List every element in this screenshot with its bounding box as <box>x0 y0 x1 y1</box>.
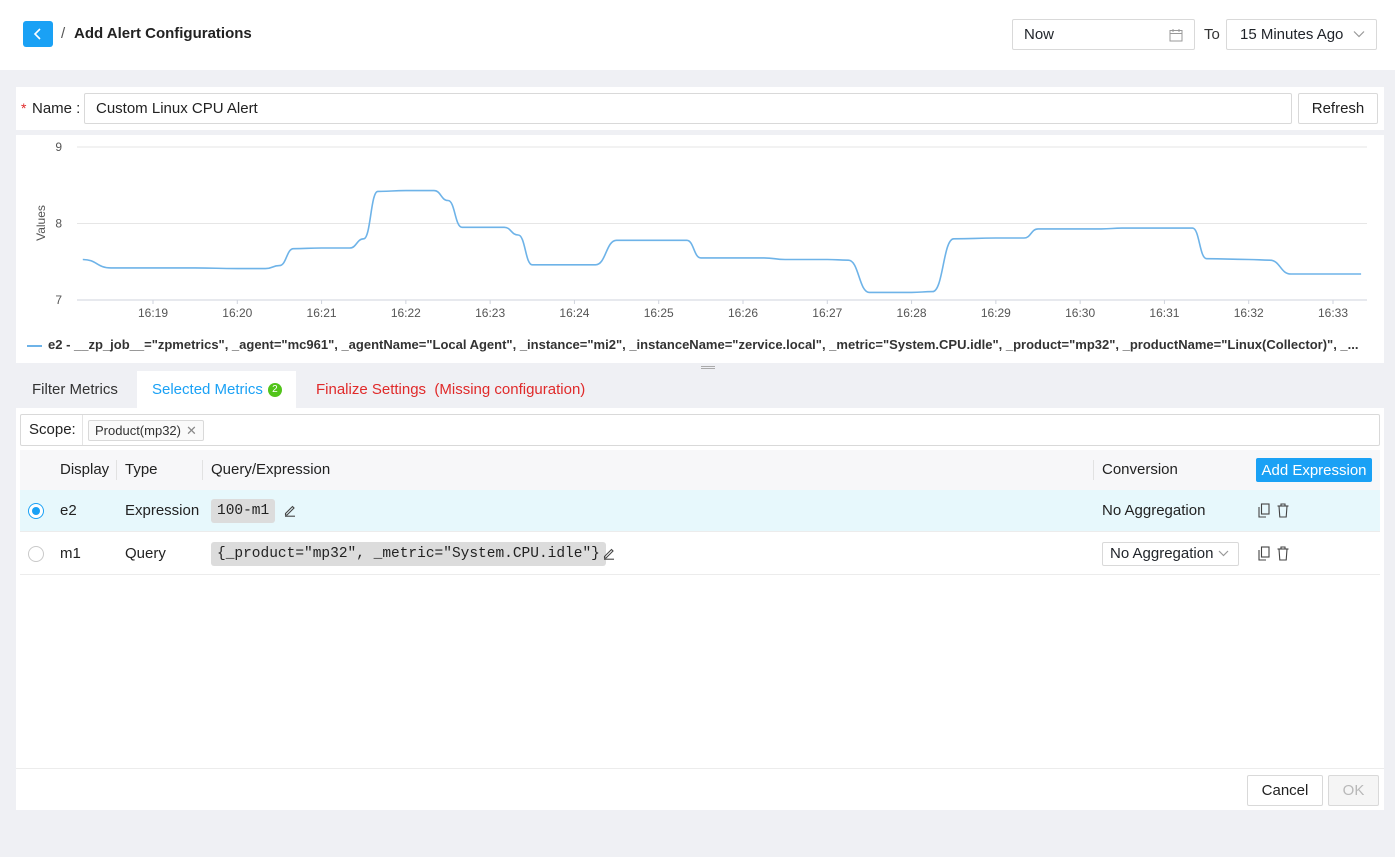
x-tick-label: 16:30 <box>1065 306 1095 320</box>
x-tick-label: 16:27 <box>812 306 842 320</box>
tab-selected-metrics[interactable]: Selected Metrics 2 <box>137 371 296 408</box>
y-tick-label: 7 <box>55 293 62 307</box>
tab-label: Selected Metrics <box>152 381 263 398</box>
cancel-button[interactable]: Cancel <box>1247 775 1323 806</box>
ok-button[interactable]: OK <box>1328 775 1379 806</box>
column-header-display: Display <box>60 461 110 478</box>
x-tick-label: 16:31 <box>1149 306 1179 320</box>
table-row[interactable]: e2 Expression 100-m1 No Aggregation <box>20 490 1380 532</box>
edit-icon[interactable] <box>602 546 616 560</box>
delete-icon[interactable] <box>1277 503 1289 518</box>
x-tick-label: 16:24 <box>559 306 589 320</box>
required-marker: * <box>21 100 27 116</box>
x-tick-label: 16:22 <box>391 306 421 320</box>
row-conversion: No Aggregation <box>1102 502 1206 519</box>
conversion-value: No Aggregation <box>1110 545 1214 562</box>
legend-entry: e2 - __zp_job__="zpmetrics", _agent="mc9… <box>48 337 1359 352</box>
tab-label: Finalize Settings (Missing configuration… <box>316 381 586 398</box>
row-query-code: 100-m1 <box>211 499 276 523</box>
chevron-down-icon <box>1218 550 1229 557</box>
name-input[interactable] <box>84 93 1292 124</box>
selected-metrics-panel: Scope: Product(mp32) ✕ Display Type Query… <box>16 408 1384 810</box>
time-range-select[interactable]: 15 Minutes Ago <box>1226 19 1377 50</box>
count-badge: 2 <box>267 382 282 397</box>
close-icon[interactable]: ✕ <box>186 423 197 438</box>
delete-icon[interactable] <box>1277 546 1289 561</box>
x-tick-label: 16:20 <box>222 306 252 320</box>
x-tick-label: 16:28 <box>897 306 927 320</box>
top-bar: / Add Alert Configurations Now To 15 Min… <box>0 0 1395 70</box>
tab-finalize-settings[interactable]: Finalize Settings (Missing configuration… <box>316 371 585 408</box>
time-from-value: Now <box>1024 26 1055 43</box>
x-tick-label: 16:26 <box>728 306 758 320</box>
column-divider <box>116 460 117 480</box>
name-label: Name : <box>32 100 81 117</box>
copy-icon[interactable] <box>1258 546 1270 561</box>
series-line <box>82 189 1362 294</box>
table-header: Display Type Query/Expression Conversion… <box>20 450 1380 490</box>
time-range-value: 15 Minutes Ago <box>1240 26 1344 43</box>
legend-swatch <box>27 344 42 347</box>
copy-icon[interactable] <box>1258 503 1270 518</box>
line-chart: 9 8 7 16:19 16:20 16:21 16:22 16:23 16:24 16:25 1… <box>34 140 1367 320</box>
chevron-down-icon <box>1353 31 1365 38</box>
chevron-left-icon <box>33 28 41 40</box>
row-type: Expression <box>125 502 200 519</box>
y-axis-label: Values <box>34 205 48 241</box>
row-radio[interactable] <box>28 546 44 562</box>
resize-handle[interactable] <box>701 366 715 369</box>
x-tick-label: 16:19 <box>138 306 168 320</box>
x-tick-label: 16:23 <box>475 306 505 320</box>
conversion-select[interactable]: No Aggregation <box>1102 542 1239 566</box>
row-radio[interactable] <box>28 503 44 519</box>
tab-filter-metrics[interactable]: Filter Metrics <box>16 371 136 408</box>
back-button[interactable] <box>23 21 53 47</box>
column-divider <box>1093 460 1094 480</box>
column-header-type: Type <box>125 461 158 478</box>
chart-panel: 9 8 7 16:19 16:20 16:21 16:22 16:23 16:24 16:25 1… <box>16 135 1384 363</box>
scope-tag: Product(mp32) ✕ <box>88 420 204 441</box>
page-title: Add Alert Configurations <box>74 25 252 42</box>
scope-field[interactable]: Scope: Product(mp32) ✕ <box>20 414 1380 446</box>
y-tick-label: 8 <box>55 217 62 231</box>
row-display: m1 <box>60 545 81 562</box>
add-expression-button[interactable]: Add Expression <box>1256 458 1372 482</box>
x-tick-label: 16:33 <box>1318 306 1348 320</box>
column-divider <box>202 460 203 480</box>
column-header-query: Query/Expression <box>211 461 331 478</box>
row-query-code: {_product="mp32", _metric="System.CPU.id… <box>211 542 606 566</box>
row-type: Query <box>125 545 166 562</box>
row-display: e2 <box>60 502 77 519</box>
x-tick-label: 16:32 <box>1234 306 1264 320</box>
dialog-footer: Cancel OK <box>16 768 1384 810</box>
edit-icon[interactable] <box>283 503 297 517</box>
table-row[interactable]: m1 Query {_product="mp32", _metric="Syst… <box>20 533 1380 575</box>
chart-legend[interactable]: e2 - __zp_job__="zpmetrics", _agent="mc9… <box>27 337 1362 352</box>
tab-label: Filter Metrics <box>32 381 118 398</box>
breadcrumb-separator: / <box>61 25 66 42</box>
x-tick-label: 16:21 <box>307 306 337 320</box>
calendar-icon <box>1169 29 1183 42</box>
to-label: To <box>1204 26 1220 43</box>
name-row: * Name : Refresh <box>16 87 1384 130</box>
scope-label: Scope: <box>21 415 83 445</box>
x-tick-label: 16:29 <box>981 306 1011 320</box>
refresh-button[interactable]: Refresh <box>1298 93 1378 124</box>
column-header-conversion: Conversion <box>1102 461 1178 478</box>
time-from-picker[interactable]: Now <box>1012 19 1195 50</box>
scope-tag-label: Product(mp32) <box>95 423 181 438</box>
x-tick-label: 16:25 <box>644 306 674 320</box>
y-tick-label: 9 <box>55 140 62 154</box>
tab-bar: Filter Metrics Selected Metrics 2 Finali… <box>16 371 1384 408</box>
